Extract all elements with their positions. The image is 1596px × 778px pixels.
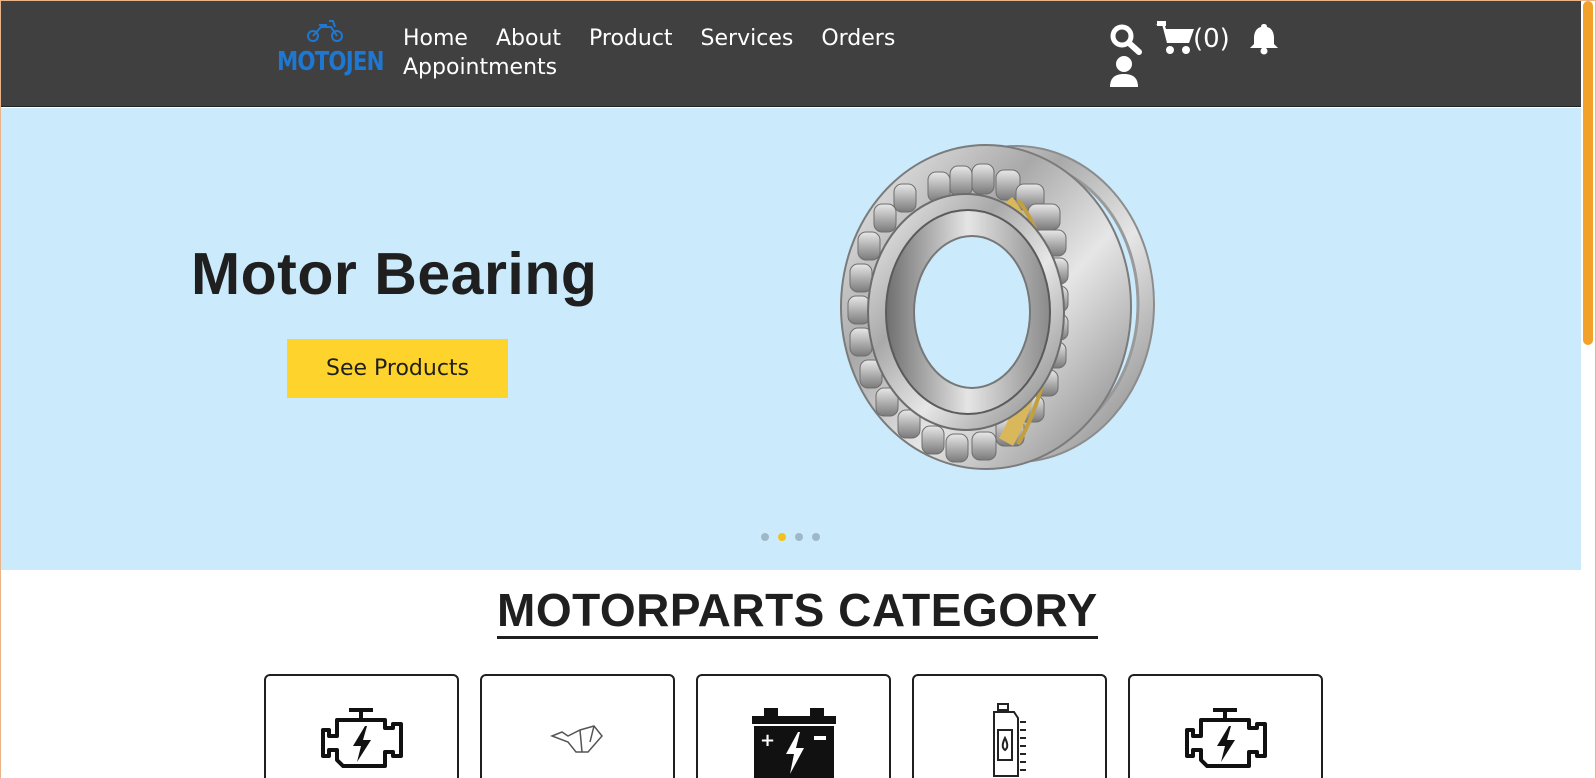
svg-text:+: + [760,730,775,751]
page: MOTOJEN Home About Product Services Orde… [1,1,1595,778]
nav-product[interactable]: Product [589,25,673,52]
hero-title: Motor Bearing [191,241,598,307]
logo-text: MOTOJEN [277,47,384,77]
nav-home[interactable]: Home [403,25,468,52]
category-cards: + [264,674,1323,778]
category-card-frame[interactable] [480,674,675,778]
oil-bottle-icon [992,703,1026,777]
bell-icon[interactable] [1249,23,1279,55]
cart-count: (0) [1193,24,1230,54]
carousel-dot-active[interactable] [778,533,786,541]
nav-about[interactable]: About [496,25,561,52]
nav-orders[interactable]: Orders [821,25,895,52]
main-nav: Home About Product Services Orders Appoi… [403,25,963,81]
carousel-dot[interactable] [761,533,769,541]
carousel-indicators [761,533,820,541]
nav-appointments[interactable]: Appointments [403,54,557,81]
nav-icons: (0) [1109,21,1309,91]
category-card-engine[interactable] [264,674,459,778]
engine-icon [1184,708,1267,768]
engine-icon [320,708,403,768]
search-icon[interactable] [1109,23,1143,55]
category-card-battery[interactable]: + [696,674,891,778]
category-card-oil[interactable] [912,674,1107,778]
navbar: MOTOJEN Home About Product Services Orde… [1,1,1581,107]
nav-services[interactable]: Services [701,25,794,52]
motorcycle-logo-icon [307,20,343,42]
battery-icon: + [751,708,836,778]
category-card-engine-2[interactable] [1128,674,1323,778]
scrollbar-thumb[interactable] [1583,1,1593,345]
motorcycle-frame-icon [549,725,603,753]
carousel-dot[interactable] [795,533,803,541]
carousel-dot[interactable] [812,533,820,541]
category-title: MOTORPARTS CATEGORY [497,584,1098,639]
logo[interactable]: MOTOJEN [277,17,384,81]
hero-carousel: Motor Bearing See Products [1,108,1581,570]
cart-icon[interactable] [1155,21,1195,55]
see-products-button[interactable]: See Products [287,339,508,398]
motor-bearing-image [840,144,1155,470]
user-icon[interactable] [1109,55,1139,89]
